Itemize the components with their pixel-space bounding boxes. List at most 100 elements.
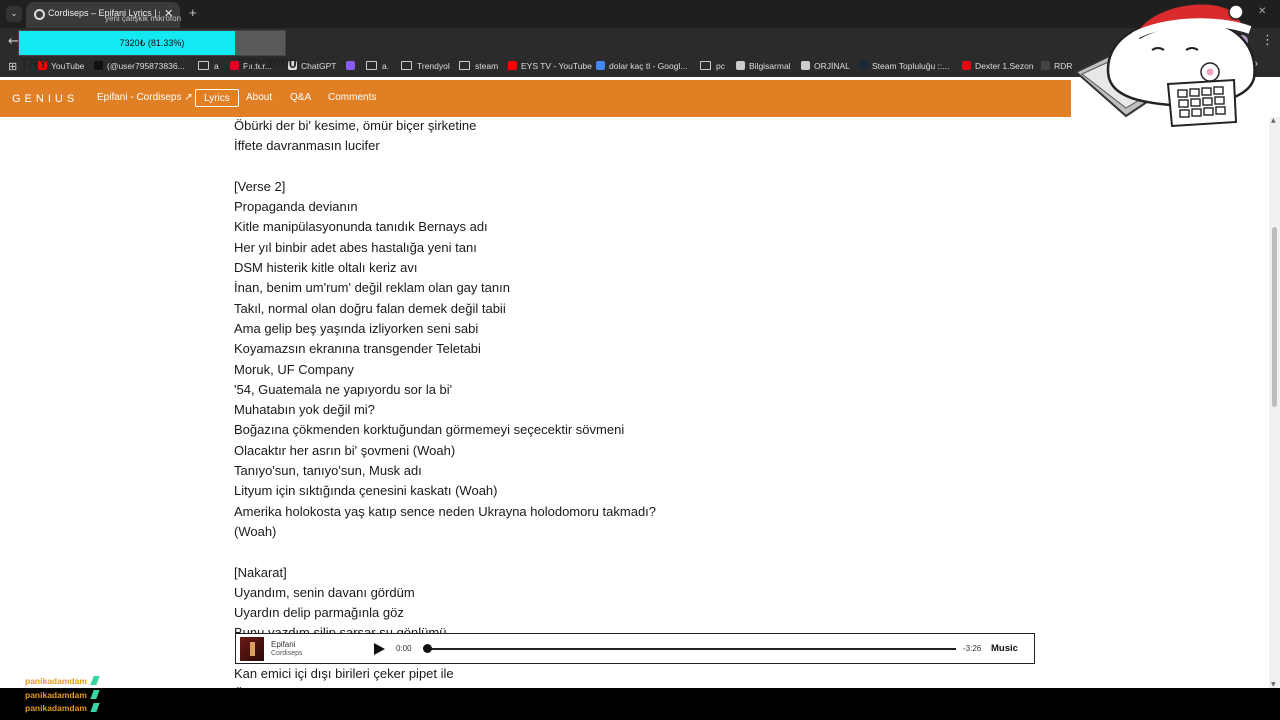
bookmark-item[interactable]: ORJİNAL bbox=[801, 59, 850, 74]
lyric-section-header: [Nakarat] bbox=[234, 564, 287, 580]
lyric-line: Muhatabın yok değil mi? bbox=[234, 402, 375, 418]
bookmark-label: Bilgisarmal bbox=[749, 61, 791, 71]
lyric-section-header: [Verse 2] bbox=[234, 178, 286, 194]
lyric-line: İffete davranmasın lucifer bbox=[234, 138, 380, 154]
lyric-line: Kitle manipülasyonunda tanıdık Bernays a… bbox=[234, 219, 488, 235]
bookmark-label: pc bbox=[716, 61, 725, 71]
chat-username: panikadamdam bbox=[25, 703, 87, 713]
chat-username: panikadamdam bbox=[25, 689, 87, 700]
goal-target-label: TRY9000 bbox=[238, 55, 297, 71]
bookmark-favicon-icon bbox=[801, 61, 810, 70]
bookmark-item[interactable]: steam bbox=[459, 59, 498, 74]
tab-about[interactable]: About bbox=[238, 89, 280, 107]
chat-badge-icon bbox=[90, 676, 100, 685]
lyric-line: Olacaktır her asrın bi' şovmeni (Woah) bbox=[234, 442, 456, 458]
apple-music-player: Epifani Cordiseps 0:00 -3:26 Music bbox=[235, 633, 1035, 664]
tab-comments[interactable]: Comments bbox=[320, 89, 384, 107]
lyric-line: Takıl, normal olan doğru falan demek değ… bbox=[234, 300, 506, 316]
lyric-line: Koyamazsın ekranına transgender Teletabi bbox=[234, 341, 481, 357]
genius-favicon-icon bbox=[34, 9, 45, 20]
lyric-line: Her yıl binbir adet abes hastalığa yeni … bbox=[234, 239, 477, 255]
bottom-bar bbox=[0, 688, 1280, 720]
player-artist: Cordiseps bbox=[271, 650, 303, 657]
bookmark-label: Steam Topluluğu ::... bbox=[872, 61, 950, 71]
bookmark-item[interactable]: Trendyol bbox=[401, 59, 450, 74]
bookmark-label: (@user795873836... bbox=[107, 61, 185, 71]
lyric-line: Moruk, UF Company bbox=[234, 361, 354, 377]
seek-bar[interactable] bbox=[426, 648, 956, 650]
bookmark-label: Dexter 1.Sezon bbox=[975, 61, 1034, 71]
folder-icon bbox=[198, 61, 209, 70]
remaining-time: -3:26 bbox=[963, 644, 982, 653]
player-song-title: Epifani bbox=[271, 640, 296, 649]
bookmark-item[interactable]: Steam Topluluğu ::... bbox=[859, 59, 949, 74]
lyric-line: Propaganda devianın bbox=[234, 199, 358, 215]
mic-overlay-text: yeni çalışkik mikrofon bbox=[105, 14, 182, 23]
lyrics-body: Öbürki der bi' kesime, ömür biçer şirket… bbox=[234, 116, 994, 705]
bookmark-favicon-icon bbox=[1041, 61, 1050, 70]
bookmark-item[interactable]: Dexter 1.Sezon bbox=[962, 59, 1034, 74]
genius-logo[interactable]: GENIUS bbox=[12, 93, 78, 105]
lyric-line: Tanıyo'sun, tanıyo'sun, Musk adı bbox=[234, 463, 422, 479]
chat-message: panikadamdam bbox=[25, 676, 100, 690]
goal-currency-label: TRY bbox=[20, 55, 48, 71]
genius-header: GENIUS Epifani - Cordiseps ↗ Lyrics Abou… bbox=[0, 80, 1071, 117]
elapsed-time: 0:00 bbox=[396, 644, 412, 653]
chat-message: panikadamdam bbox=[25, 689, 100, 704]
tab-lyrics[interactable]: Lyrics bbox=[195, 89, 239, 107]
bookmark-item[interactable]: EYS TV - YouTube bbox=[508, 59, 592, 74]
bookmark-item[interactable]: pc bbox=[700, 59, 725, 74]
bookmark-favicon-icon bbox=[962, 61, 971, 70]
lyric-line: Öbürki der bi' kesime, ömür biçer şirket… bbox=[234, 118, 477, 133]
stream-chat: panikadamdam panikadamdam panikadamdam bbox=[25, 676, 100, 717]
apps-grid-icon[interactable]: ⊞ bbox=[8, 60, 17, 73]
bookmark-item[interactable]: a. bbox=[366, 59, 389, 74]
lyric-line: Uyardın delip parmağınla göz bbox=[234, 605, 404, 621]
bookmark-label: YouTube bbox=[51, 61, 85, 71]
bookmark-label: a. bbox=[382, 61, 390, 71]
donation-progress-bar: 7320₺ (81.33%) bbox=[18, 30, 286, 56]
bookmark-favicon-icon bbox=[736, 61, 745, 70]
page-scrollbar[interactable]: ▲ ▼ bbox=[1269, 117, 1280, 688]
lyric-line: Lityum için sıktığında çenesini kaskatı … bbox=[234, 483, 498, 499]
bookmark-item[interactable] bbox=[346, 59, 359, 74]
bookmark-label: ORJİNAL bbox=[814, 61, 850, 71]
progress-label: 7320₺ (81.33%) bbox=[119, 38, 185, 48]
bookmark-favicon-icon bbox=[94, 61, 103, 70]
lyric-spacer bbox=[234, 157, 994, 177]
bookmark-item[interactable]: dolar kaç tl - Googl... bbox=[596, 59, 687, 74]
play-icon[interactable] bbox=[374, 643, 385, 655]
lyric-line: Boğazına çökmenden korktuğundan görmemey… bbox=[234, 422, 625, 438]
bookmark-label: ChatGPT bbox=[301, 61, 337, 71]
new-tab-button[interactable]: + bbox=[189, 5, 197, 20]
folder-icon bbox=[401, 61, 412, 70]
lyric-line: DSM histerik kitle oltalı keriz avı bbox=[234, 260, 418, 276]
tab-search-icon[interactable]: ⌄ bbox=[6, 6, 22, 22]
bookmark-label: EYS TV - YouTube bbox=[521, 61, 592, 71]
tab-qa[interactable]: Q&A bbox=[282, 89, 319, 107]
bookmark-favicon-icon bbox=[859, 61, 868, 70]
folder-icon bbox=[459, 61, 470, 70]
scroll-down-icon[interactable]: ▼ bbox=[1271, 681, 1276, 688]
lyric-line: Ama gelip beş yaşında izliyorken seni sa… bbox=[234, 320, 479, 336]
apple-music-logo[interactable]: Music bbox=[991, 643, 1018, 654]
bookmark-favicon-icon bbox=[346, 61, 355, 70]
lyric-line: Kan emici içi dışı birileri çeker pipet … bbox=[234, 666, 454, 682]
folder-icon bbox=[366, 61, 377, 70]
bookmark-item[interactable]: Bilgisarmal bbox=[736, 59, 791, 74]
bookmark-label: steam bbox=[475, 61, 499, 71]
bookmark-label: Trendyol bbox=[417, 61, 450, 71]
cat-mascot-overlay bbox=[1074, 3, 1256, 128]
seek-knob[interactable] bbox=[423, 644, 432, 653]
chat-message: panikadamdam bbox=[25, 703, 100, 717]
chat-username: panikadamdam bbox=[25, 676, 87, 686]
bookmark-item[interactable]: (@user795873836... bbox=[94, 59, 185, 74]
scroll-thumb[interactable] bbox=[1272, 227, 1277, 407]
lyric-line: Amerika holokosta yaş katıp sence neden … bbox=[234, 503, 657, 519]
bookmark-item[interactable]: a bbox=[198, 59, 219, 74]
bookmark-label: a bbox=[214, 61, 219, 71]
bookmark-favicon-icon bbox=[508, 61, 517, 70]
song-title-link[interactable]: Epifani - Cordiseps ↗ bbox=[97, 92, 193, 103]
album-art bbox=[240, 637, 264, 661]
bookmark-favicon-icon bbox=[596, 61, 605, 70]
